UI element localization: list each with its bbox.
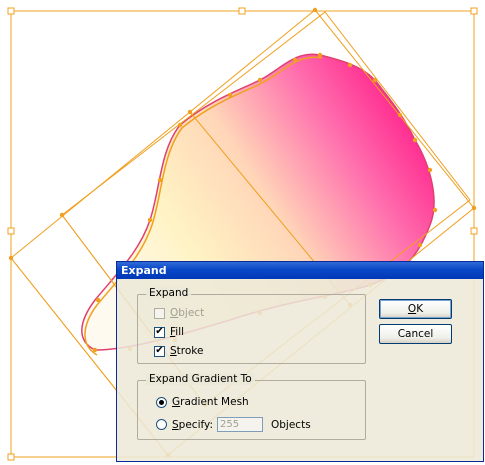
cancel-button[interactable]: Cancel: [379, 324, 452, 344]
ok-button[interactable]: OK: [379, 299, 452, 319]
ok-button-mnemonic: O: [407, 303, 417, 315]
gradient-mesh-radio[interactable]: [156, 396, 167, 408]
specify-objects-input[interactable]: 255: [217, 417, 263, 432]
specify-label-rest: pecify:: [178, 418, 213, 431]
fill-label: Fill: [170, 326, 184, 338]
stroke-checkbox-row: ✔ Stroke: [154, 345, 203, 357]
stroke-label-rest: troke: [176, 345, 204, 357]
expand-group-title: Expand: [146, 287, 192, 299]
specify-objects-suffix: Objects: [271, 418, 311, 431]
specify-label: Specify:: [172, 419, 213, 431]
gradient-mesh-label-rest: radient Mesh: [180, 396, 249, 408]
object-label: Object: [170, 307, 204, 319]
specify-radio[interactable]: [156, 419, 167, 430]
fill-checkbox-row: ✔ Fill: [154, 326, 184, 338]
stroke-checkbox[interactable]: ✔: [154, 345, 165, 357]
object-label-rest: bject: [178, 307, 205, 319]
expand-dialog: Expand Expand Object ✔ Fill ✔ Stroke Exp…: [116, 261, 484, 462]
specify-radio-row: Specify: 255 Objects: [156, 417, 311, 432]
fill-label-rest: ill: [175, 326, 185, 338]
dialog-title[interactable]: Expand: [117, 262, 483, 279]
object-checkbox-row: Object: [154, 307, 204, 319]
gradient-mesh-label-mnemonic: G: [172, 396, 181, 408]
ok-button-rest: K: [416, 303, 424, 315]
expand-gradient-group-title: Expand Gradient To: [146, 373, 255, 385]
gradient-mesh-radio-row: Gradient Mesh: [156, 396, 249, 408]
expand-gradient-group: Expand Gradient To Gradient Mesh Specify…: [137, 373, 366, 440]
gradient-mesh-label: Gradient Mesh: [172, 396, 249, 408]
fill-checkbox[interactable]: ✔: [154, 326, 165, 338]
stroke-label-mnemonic: S: [170, 345, 177, 357]
specify-label-mnemonic: S: [172, 418, 179, 431]
stroke-label: Stroke: [170, 345, 203, 357]
object-checkbox[interactable]: [154, 307, 165, 319]
expand-group: Expand Object ✔ Fill ✔ Stroke: [137, 287, 366, 364]
